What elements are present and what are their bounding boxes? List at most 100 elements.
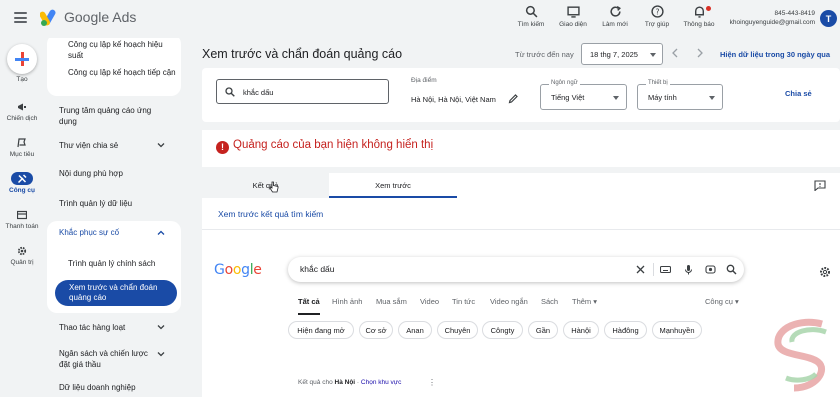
show-last-30-days-link[interactable]: Hiện dữ liệu trong 30 ngày qua bbox=[720, 50, 830, 59]
date-value: 18 thg 7, 2025 bbox=[590, 50, 638, 59]
google-tools-button[interactable]: Công cụ ▾ bbox=[705, 297, 739, 306]
avatar[interactable]: T bbox=[820, 10, 837, 27]
nav-item-budget-strategy[interactable]: Ngân sách và chiến lược đặt giá thầu bbox=[59, 348, 159, 370]
chevron-down-icon[interactable] bbox=[156, 140, 166, 150]
google-tab-video[interactable]: Video bbox=[420, 297, 439, 306]
google-tab-shorts[interactable]: Video ngắn bbox=[490, 297, 528, 306]
google-search-box[interactable]: khắc dấu bbox=[288, 257, 744, 282]
chevron-up-icon[interactable] bbox=[156, 228, 166, 238]
preview-search-results-link[interactable]: Xem trước kết quả tìm kiếm bbox=[218, 209, 323, 219]
appearance-button[interactable]: Giao diện bbox=[552, 5, 594, 28]
bell-icon bbox=[694, 6, 704, 18]
rail-item-admin[interactable]: Quản trị bbox=[0, 244, 44, 266]
preview-settings-card: khắc dấu Địa điểm Hà Nội, Hà Nội, Việt N… bbox=[202, 68, 840, 122]
rail-item-campaigns[interactable]: Chiến dịch bbox=[0, 100, 44, 122]
account-email: khoinguyenguide@gmail.com bbox=[729, 19, 815, 26]
nav-item-reach-planner[interactable]: Công cụ lập kế hoạch tiếp cận bbox=[68, 67, 178, 78]
account-info[interactable]: 845-443-8419 khoinguyenguide@gmail.com bbox=[725, 9, 815, 27]
nav-item-data-manager[interactable]: Trình quản lý dữ liệu bbox=[59, 198, 132, 209]
language-label: Ngôn ngữ bbox=[549, 80, 580, 86]
rail-label-goals: Mục tiêu bbox=[9, 151, 35, 158]
nav-item-troubleshoot[interactable]: Khắc phục sự cố bbox=[59, 227, 119, 238]
chip-congty[interactable]: Côngty bbox=[482, 321, 523, 339]
chip-gan[interactable]: Gần bbox=[528, 321, 558, 339]
results-card: Kết quả Xem trước Xem trước kết quả tìm … bbox=[202, 173, 840, 397]
chip-chuyen[interactable]: Chuyên bbox=[437, 321, 478, 339]
search-icon bbox=[225, 87, 235, 97]
feedback-icon[interactable] bbox=[814, 180, 826, 191]
nav-item-fit-content[interactable]: Nội dung phù hợp bbox=[59, 168, 123, 179]
search-label: Tìm kiếm bbox=[517, 21, 545, 28]
location-label: Địa điểm bbox=[411, 77, 437, 84]
rail-item-tools[interactable]: Công cụ bbox=[0, 172, 44, 194]
chip-hadong[interactable]: Hàđông bbox=[604, 321, 647, 339]
choose-area-link[interactable]: Chọn khu vực bbox=[361, 379, 401, 386]
chip-open-now[interactable]: Hiện đang mở bbox=[288, 321, 354, 339]
microphone-icon[interactable] bbox=[683, 264, 694, 275]
refresh-button[interactable]: Làm mới bbox=[594, 5, 636, 28]
notification-badge bbox=[706, 6, 711, 11]
nav-item-preview-diagnosis[interactable]: Xem trước và chẩn đoán quảng cáo bbox=[55, 280, 177, 306]
rail-label-campaigns: Chiến dịch bbox=[6, 115, 38, 122]
google-tab-books[interactable]: Sách bbox=[541, 297, 558, 306]
menu-icon[interactable] bbox=[14, 12, 27, 23]
search-icon bbox=[525, 5, 537, 18]
chip-manhuyen[interactable]: Mạnhuyền bbox=[652, 321, 702, 339]
chevron-down-icon[interactable] bbox=[156, 349, 166, 359]
google-tab-more[interactable]: Thêm ▾ bbox=[572, 297, 597, 306]
nav-item-policy-manager[interactable]: Trình quản lý chính sách bbox=[68, 258, 155, 269]
date-picker[interactable]: 18 thg 7, 2025 bbox=[581, 43, 663, 65]
planning-card: Công cụ lập kế hoạch hiệu suất Công cụ l… bbox=[47, 38, 181, 96]
google-search-query: khắc dấu bbox=[300, 264, 335, 274]
diagnosis-alert: ! Quảng cáo của bạn hiện không hiển thị bbox=[202, 130, 840, 167]
gear-icon[interactable] bbox=[819, 266, 831, 278]
chevron-left-icon[interactable] bbox=[671, 48, 679, 58]
lens-icon[interactable] bbox=[705, 264, 716, 275]
search-icon[interactable] bbox=[726, 264, 737, 275]
rail-label-admin: Quản trị bbox=[10, 259, 34, 266]
nav-item-bulk-actions[interactable]: Thao tác hàng loạt bbox=[59, 322, 125, 333]
google-tab-all[interactable]: Tất cả bbox=[298, 297, 320, 306]
nav-item-shared-library[interactable]: Thư viện chia sẻ bbox=[59, 140, 118, 151]
billing-icon bbox=[17, 210, 27, 219]
search-button[interactable]: Tìm kiếm bbox=[510, 5, 552, 28]
nav-item-app-center[interactable]: Trung tâm quảng cáo ứng dụng bbox=[59, 105, 159, 127]
notifications-button[interactable]: Thông báo bbox=[678, 5, 720, 28]
nav-item-performance-planner[interactable]: Công cụ lập kế hoạch hiệu suất bbox=[68, 39, 178, 61]
language-select[interactable]: Ngôn ngữ Tiếng Việt bbox=[540, 80, 627, 110]
rail-label-billing: Thanh toán bbox=[5, 223, 39, 230]
rail-item-billing[interactable]: Thanh toán bbox=[0, 208, 44, 230]
google-tab-images[interactable]: Hình ảnh bbox=[332, 297, 362, 306]
keyword-value: khắc dấu bbox=[243, 88, 274, 97]
clear-icon[interactable] bbox=[635, 264, 646, 275]
appearance-icon bbox=[566, 6, 580, 18]
keyword-input[interactable]: khắc dấu bbox=[216, 79, 389, 104]
error-icon: ! bbox=[216, 141, 229, 154]
google-tab-news[interactable]: Tin tức bbox=[452, 297, 475, 306]
help-button[interactable]: ? Trợ giúp bbox=[636, 5, 678, 28]
device-select[interactable]: Thiết bị Máy tính bbox=[637, 80, 723, 110]
edit-pencil-icon[interactable] bbox=[508, 93, 519, 104]
chevron-right-icon[interactable] bbox=[696, 48, 704, 58]
chevron-down-icon[interactable] bbox=[156, 322, 166, 332]
tab-preview[interactable]: Xem trước bbox=[329, 173, 457, 198]
google-logo: Google bbox=[214, 262, 262, 278]
results-prefix: Kết quả cho bbox=[298, 379, 333, 386]
chip-hanoi[interactable]: Hànội bbox=[563, 321, 599, 339]
create-button[interactable] bbox=[7, 44, 37, 74]
top-actions: Tìm kiếm Giao diện Làm mới ? Trợ giúp Th… bbox=[510, 5, 720, 28]
refresh-label: Làm mới bbox=[602, 21, 628, 28]
keyboard-icon[interactable] bbox=[660, 264, 671, 275]
dropdown-arrow-icon bbox=[709, 96, 715, 100]
share-button[interactable]: Chia sẻ bbox=[785, 89, 812, 98]
dropdown-arrow-icon bbox=[613, 96, 619, 100]
chip-anan[interactable]: Anan bbox=[398, 321, 432, 339]
watermark-logo bbox=[774, 318, 827, 392]
nav-item-business-data[interactable]: Dữ liệu doanh nghiệp bbox=[59, 382, 136, 393]
tab-results[interactable]: Kết quả bbox=[202, 173, 329, 198]
google-tab-shopping[interactable]: Mua sắm bbox=[376, 297, 407, 306]
more-options-icon[interactable]: ⋮ bbox=[428, 378, 436, 387]
svg-text:?: ? bbox=[655, 8, 659, 17]
chip-location[interactable]: Cơ sở bbox=[359, 321, 393, 339]
rail-item-goals[interactable]: Mục tiêu bbox=[0, 136, 44, 158]
